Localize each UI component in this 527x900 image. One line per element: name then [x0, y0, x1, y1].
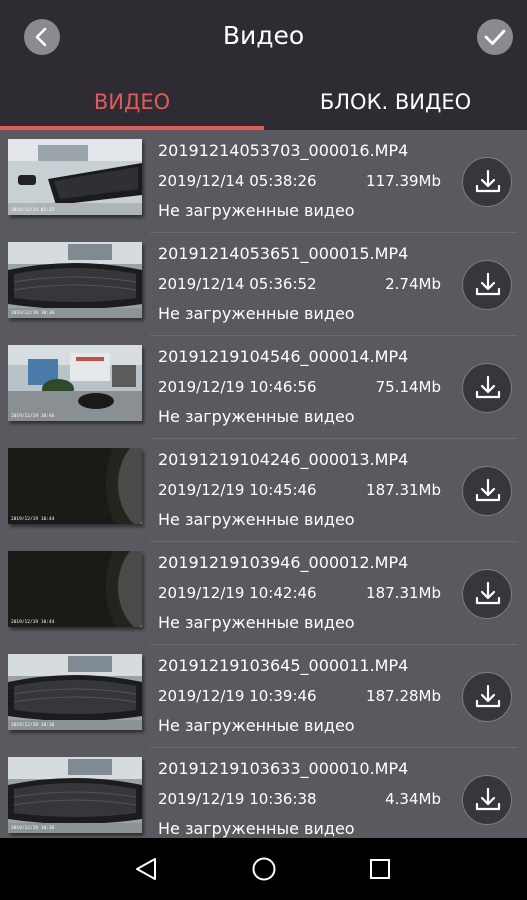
- download-tray-icon: [475, 169, 501, 193]
- video-thumbnail[interactable]: 2019/12/19 10:46: [8, 345, 142, 421]
- tab-locked-videos[interactable]: БЛОК. ВИДЕО: [264, 72, 527, 130]
- square-recents-icon: [370, 859, 390, 879]
- video-list-item[interactable]: 2019/12/19 10:46 20191219104546_000014.MP…: [0, 336, 527, 439]
- video-thumbnail[interactable]: 2019/12/19 10:36: [8, 242, 142, 318]
- video-list[interactable]: 2019/12/14 05:37 20191214053703_000016.MP…: [0, 130, 527, 838]
- svg-text:2019/12/14 05:37: 2019/12/14 05:37: [11, 207, 55, 213]
- tab-bar: ВИДЕО БЛОК. ВИДЕО: [0, 72, 527, 130]
- video-timestamp: 2019/12/14 05:38:26: [158, 172, 317, 190]
- video-list-item[interactable]: 2019/12/19 10:36 20191219103633_000010.MP…: [0, 748, 527, 838]
- svg-text:2019/12/19 10:36: 2019/12/19 10:36: [11, 310, 55, 316]
- system-nav-bar: [0, 838, 527, 900]
- nav-recents-button[interactable]: [362, 851, 398, 887]
- download-button[interactable]: [462, 672, 512, 722]
- video-filename: 20191219103633_000010.MP4: [158, 759, 409, 778]
- tab-videos[interactable]: ВИДЕО: [0, 72, 264, 130]
- circle-home-icon: [252, 857, 276, 881]
- video-filesize: 4.34Mb: [385, 790, 441, 808]
- video-thumbnail[interactable]: 2019/12/19 10:36: [8, 757, 142, 833]
- video-timestamp: 2019/12/19 10:46:56: [158, 378, 317, 396]
- svg-text:2019/12/19 10:46: 2019/12/19 10:46: [11, 413, 55, 419]
- video-filesize: 187.28Mb: [366, 687, 441, 705]
- video-list-item[interactable]: 2019/12/14 05:37 20191214053703_000016.MP…: [0, 130, 527, 233]
- video-list-item[interactable]: 2019/12/19 10:36 20191219103645_000011.MP…: [0, 645, 527, 748]
- video-filename: 20191219103946_000012.MP4: [158, 553, 409, 572]
- video-list-item[interactable]: 2019/12/19 10:44 20191219103946_000012.MP…: [0, 542, 527, 645]
- video-filename: 20191214053703_000016.MP4: [158, 141, 409, 160]
- video-status: Не загруженные видео: [158, 510, 355, 529]
- video-status: Не загруженные видео: [158, 304, 355, 323]
- svg-text:2019/12/19 10:44: 2019/12/19 10:44: [11, 516, 55, 522]
- video-list-item[interactable]: 2019/12/19 10:36 20191214053651_000015.MP…: [0, 233, 527, 336]
- download-button[interactable]: [462, 466, 512, 516]
- download-button[interactable]: [462, 775, 512, 825]
- back-button[interactable]: [24, 19, 60, 55]
- download-tray-icon: [475, 684, 501, 708]
- download-tray-icon: [475, 375, 501, 399]
- app-header: Видео: [0, 0, 527, 72]
- video-filename: 20191219104246_000013.MP4: [158, 450, 409, 469]
- video-filesize: 187.31Mb: [366, 481, 441, 499]
- page-title: Видео: [222, 21, 305, 50]
- svg-text:2019/12/19 10:36: 2019/12/19 10:36: [11, 722, 55, 728]
- video-timestamp: 2019/12/19 10:36:38: [158, 790, 317, 808]
- confirm-button[interactable]: [477, 19, 513, 55]
- video-status: Не загруженные видео: [158, 201, 355, 220]
- nav-home-button[interactable]: [246, 851, 282, 887]
- video-filesize: 187.31Mb: [366, 584, 441, 602]
- download-button[interactable]: [462, 569, 512, 619]
- download-tray-icon: [475, 272, 501, 296]
- nav-back-button[interactable]: [128, 851, 164, 887]
- download-button[interactable]: [462, 363, 512, 413]
- video-timestamp: 2019/12/19 10:39:46: [158, 687, 317, 705]
- svg-text:2019/12/19 10:36: 2019/12/19 10:36: [11, 825, 55, 831]
- video-timestamp: 2019/12/19 10:45:46: [158, 481, 317, 499]
- download-button[interactable]: [462, 260, 512, 310]
- video-timestamp: 2019/12/19 10:42:46: [158, 584, 317, 602]
- video-list-item[interactable]: 2019/12/19 10:44 20191219104246_000013.MP…: [0, 439, 527, 542]
- video-status: Не загруженные видео: [158, 819, 355, 838]
- checkmark-icon: [484, 29, 506, 45]
- download-tray-icon: [475, 581, 501, 605]
- video-filesize: 75.14Mb: [375, 378, 441, 396]
- triangle-back-icon: [136, 858, 156, 880]
- video-status: Не загруженные видео: [158, 716, 355, 735]
- video-status: Не загруженные видео: [158, 407, 355, 426]
- chevron-left-icon: [35, 27, 47, 47]
- video-filename: 20191219104546_000014.MP4: [158, 347, 409, 366]
- video-thumbnail[interactable]: 2019/12/14 05:37: [8, 139, 142, 215]
- video-filesize: 117.39Mb: [366, 172, 441, 190]
- download-button[interactable]: [462, 157, 512, 207]
- video-filename: 20191214053651_000015.MP4: [158, 244, 409, 263]
- video-thumbnail[interactable]: 2019/12/19 10:44: [8, 551, 142, 627]
- video-filename: 20191219103645_000011.MP4: [158, 656, 409, 675]
- video-filesize: 2.74Mb: [385, 275, 441, 293]
- download-tray-icon: [475, 787, 501, 811]
- video-thumbnail[interactable]: 2019/12/19 10:44: [8, 448, 142, 524]
- video-timestamp: 2019/12/14 05:36:52: [158, 275, 317, 293]
- video-thumbnail[interactable]: 2019/12/19 10:36: [8, 654, 142, 730]
- video-status: Не загруженные видео: [158, 613, 355, 632]
- download-tray-icon: [475, 478, 501, 502]
- svg-text:2019/12/19 10:44: 2019/12/19 10:44: [11, 619, 55, 625]
